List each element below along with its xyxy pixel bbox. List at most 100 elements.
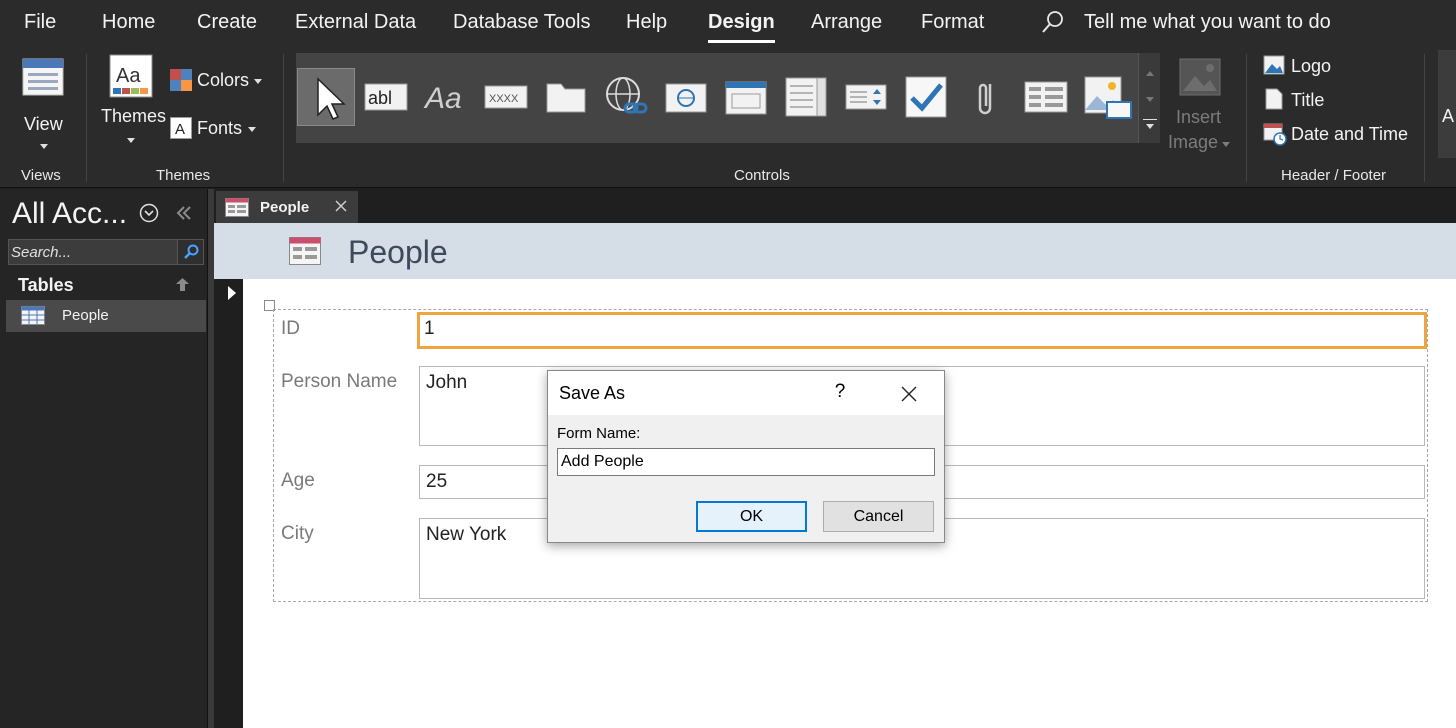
save-as-dialog: Save As ? Form Name: OK Cancel	[547, 370, 945, 543]
form-header: People	[214, 223, 1456, 279]
chevron-down-icon	[254, 79, 262, 84]
logo-label: Logo	[1291, 56, 1332, 76]
tab-create[interactable]: Create	[197, 11, 257, 34]
attachment-icon[interactable]	[957, 68, 1015, 126]
form-icon	[225, 198, 249, 217]
more-controls-icon[interactable]	[1146, 124, 1154, 129]
title-icon	[1265, 88, 1283, 110]
nav-item-people[interactable]: People	[6, 300, 206, 332]
scroll-up-icon[interactable]	[1146, 71, 1154, 76]
button-control-icon[interactable]: XXXX	[477, 68, 535, 126]
label-icon[interactable]: Aa	[417, 68, 475, 126]
image-control-icon[interactable]	[1077, 68, 1135, 126]
navigation-pane: All Acc... Tables People	[0, 189, 208, 728]
field-label-id[interactable]: ID	[281, 318, 300, 340]
text-box-icon[interactable]: abl	[357, 68, 415, 126]
collapse-pane-icon[interactable]	[176, 206, 192, 220]
scroll-down-icon[interactable]	[1146, 97, 1154, 102]
group-label-header-footer: Header / Footer	[1281, 167, 1387, 184]
add-existing-fields-button[interactable]: A	[1438, 50, 1456, 158]
table-icon	[21, 306, 45, 325]
group-label-controls: Controls	[734, 167, 790, 184]
tab-home[interactable]: Home	[102, 11, 155, 34]
tab-help[interactable]: Help	[626, 11, 667, 34]
ribbon: View Views Aa Themes Colors A Fonts Them…	[0, 46, 1456, 188]
insert-image-label-2: Image	[1168, 132, 1219, 152]
form-name-label: Form Name:	[557, 425, 641, 442]
field-label-age[interactable]: Age	[281, 470, 315, 492]
nav-search-box	[8, 239, 204, 265]
fonts-button[interactable]: A Fonts	[170, 116, 270, 142]
chevron-down-icon	[127, 138, 135, 143]
tab-format[interactable]: Format	[921, 11, 984, 34]
tab-database-tools[interactable]: Database Tools	[453, 11, 591, 34]
record-selector[interactable]	[214, 279, 243, 728]
view-button[interactable]: View	[14, 52, 72, 152]
insert-image-button[interactable]: Insert Image	[1164, 54, 1236, 154]
logo-button[interactable]: Logo	[1263, 54, 1363, 80]
document-tab-bar: People	[214, 189, 1456, 223]
form-icon	[289, 237, 321, 265]
id-field[interactable]: 1	[417, 312, 1427, 349]
svg-text:Aa: Aa	[423, 82, 462, 115]
chevron-down-circle-icon[interactable]	[139, 203, 159, 223]
svg-text:A: A	[175, 121, 185, 138]
colors-button[interactable]: Colors	[170, 68, 270, 94]
themes-label: Themes	[101, 106, 167, 126]
fonts-label: Fonts	[197, 118, 243, 138]
document-tab-people[interactable]: People	[216, 191, 358, 223]
form-name-input[interactable]	[557, 448, 935, 476]
close-icon[interactable]	[334, 199, 348, 213]
cancel-button[interactable]: Cancel	[823, 501, 934, 532]
hyperlink-icon[interactable]	[597, 68, 655, 126]
search-icon	[184, 244, 199, 259]
ok-button[interactable]: OK	[696, 501, 807, 532]
view-label: View	[24, 114, 63, 134]
picture-icon	[1179, 58, 1221, 96]
tab-external-data[interactable]: External Data	[295, 11, 416, 34]
dialog-title: Save As	[559, 383, 626, 403]
dialog-title-bar[interactable]: Save As ?	[548, 371, 944, 415]
group-label-views: Views	[21, 167, 61, 184]
select-pointer-icon[interactable]	[297, 68, 355, 126]
subform-icon[interactable]	[1017, 68, 1075, 126]
tab-control-icon[interactable]	[537, 68, 595, 126]
group-divider	[283, 54, 284, 182]
lightbulb-search-icon[interactable]	[1041, 10, 1065, 34]
insert-image-label-1: Insert	[1176, 107, 1222, 127]
chevron-down-icon	[40, 144, 48, 149]
field-label-city[interactable]: City	[281, 523, 314, 545]
date-time-button[interactable]: Date and Time	[1263, 122, 1423, 148]
title-button[interactable]: Title	[1263, 88, 1363, 114]
help-button[interactable]: ?	[828, 381, 852, 403]
tab-arrange[interactable]: Arrange	[811, 11, 882, 34]
nav-pane-title[interactable]: All Acc...	[12, 197, 127, 231]
web-browser-control-icon[interactable]	[657, 68, 715, 126]
svg-text:Aa: Aa	[116, 65, 141, 87]
field-label-person-name[interactable]: Person Name	[281, 371, 397, 393]
navigation-control-icon[interactable]	[717, 68, 775, 126]
tab-file[interactable]: File	[24, 11, 56, 34]
check-box-icon[interactable]	[897, 68, 955, 126]
cut-off-label: A	[1442, 106, 1455, 126]
gallery-scroll[interactable]	[1138, 53, 1160, 143]
tell-me-box[interactable]: Tell me what you want to do	[1084, 11, 1331, 34]
font-icon: A	[170, 117, 192, 139]
list-box-icon[interactable]	[837, 68, 895, 126]
combo-box-icon[interactable]	[777, 68, 835, 126]
document-tab-label: People	[260, 199, 310, 216]
date-time-label: Date and Time	[1291, 124, 1409, 144]
tab-design[interactable]: Design	[708, 11, 775, 43]
themes-button[interactable]: Aa Themes	[98, 52, 167, 152]
search-input[interactable]	[9, 240, 179, 264]
collapse-section-icon[interactable]	[175, 277, 190, 292]
calendar-clock-icon	[1263, 123, 1287, 146]
logo-icon	[1263, 55, 1285, 75]
nav-section-tables[interactable]: Tables	[18, 275, 74, 296]
menu-bar: File Home Create External Data Database …	[0, 0, 1456, 46]
color-swatch-icon	[170, 69, 192, 91]
close-icon[interactable]	[898, 383, 920, 405]
group-label-themes: Themes	[156, 167, 211, 184]
search-button[interactable]	[177, 240, 203, 264]
controls-gallery: abl Aa XXXX	[296, 53, 1160, 143]
